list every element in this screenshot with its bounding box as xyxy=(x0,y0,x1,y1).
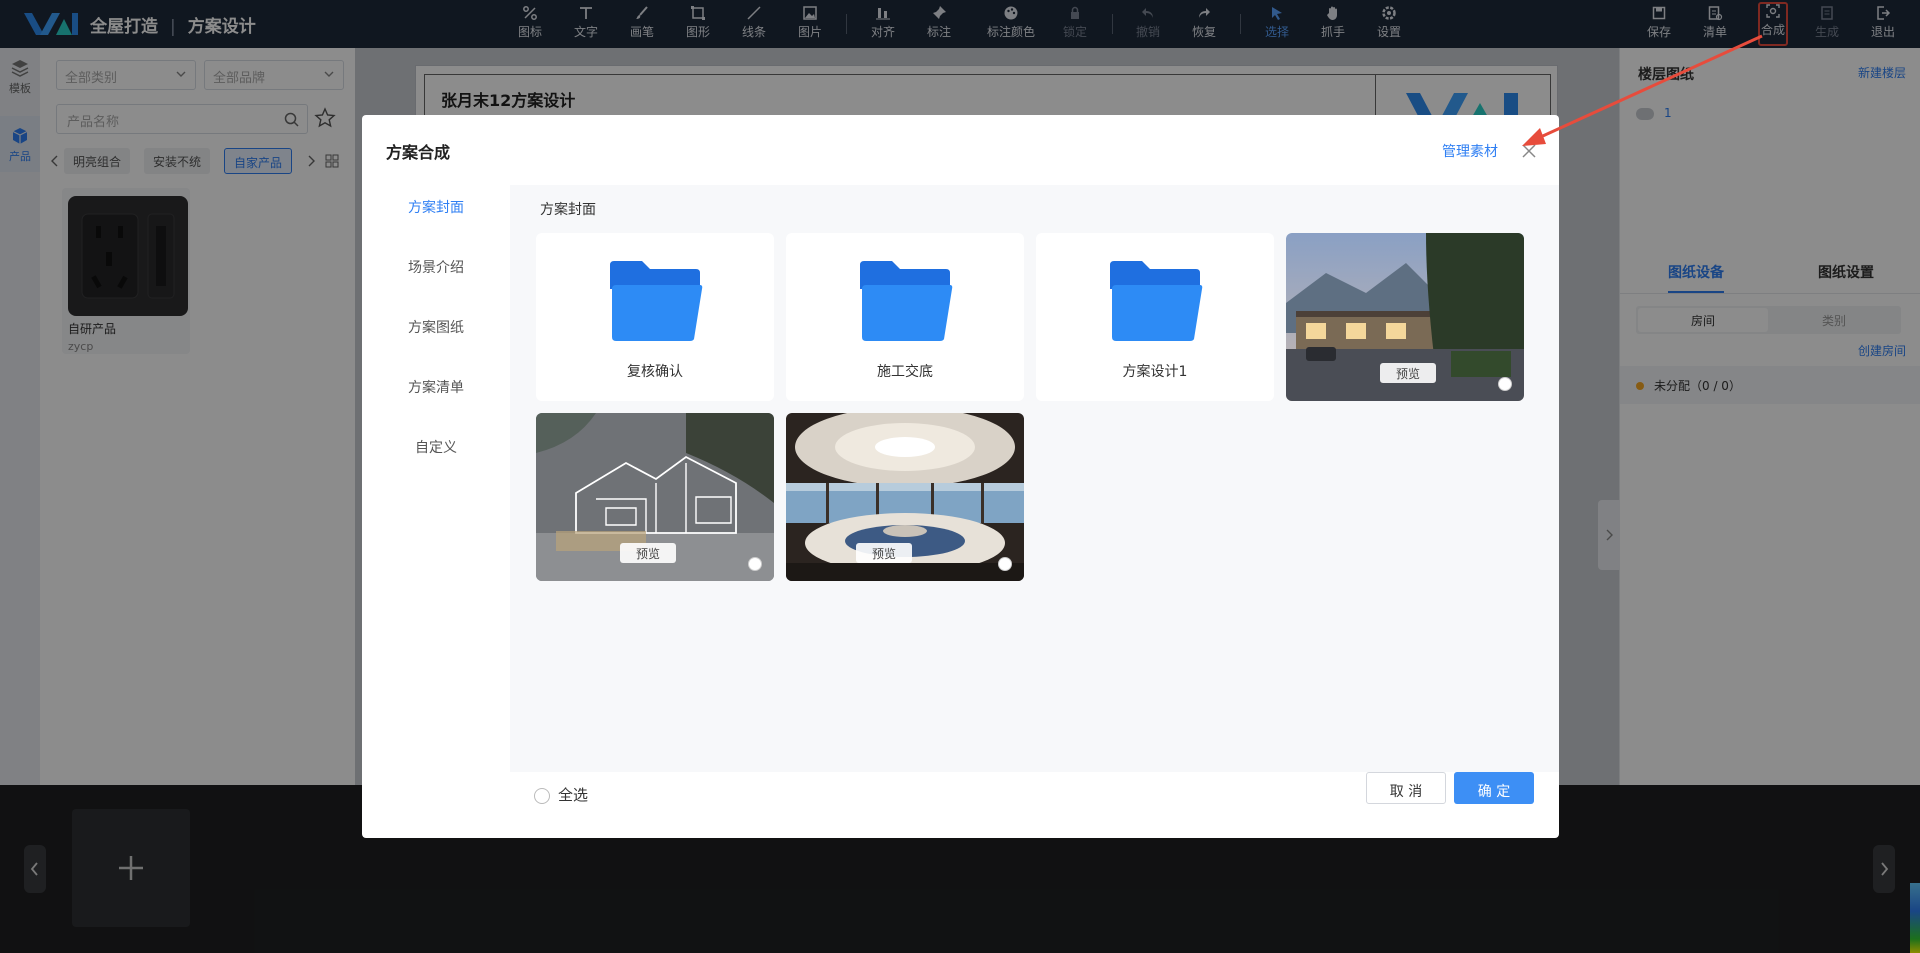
dialog-title: 方案合成 xyxy=(386,143,451,162)
nav-item-list[interactable]: 方案清单 xyxy=(362,377,510,397)
folder-tile[interactable]: 复核确认 xyxy=(536,233,774,401)
compose-dialog: 方案合成 管理素材 方案封面 场景介绍 方案图纸 方案清单 自定义 方案封面 复… xyxy=(362,115,1559,838)
select-radio[interactable] xyxy=(748,557,762,571)
nav-item-custom[interactable]: 自定义 xyxy=(362,437,510,457)
preview-button[interactable]: 预览 xyxy=(620,543,676,563)
radio-circle[interactable] xyxy=(534,787,550,804)
select-radio[interactable] xyxy=(1498,377,1512,391)
folder-label: 复核确认 xyxy=(627,364,683,380)
folder-label: 方案设计1 xyxy=(1122,364,1188,380)
image-tile[interactable]: 预览 xyxy=(1286,233,1524,401)
folder-label: 施工交底 xyxy=(877,364,933,380)
nav-item-scene[interactable]: 场景介绍 xyxy=(362,257,510,277)
nav-item-cover[interactable]: 方案封面 xyxy=(362,197,510,217)
image-tile[interactable]: 预览 xyxy=(536,413,774,581)
cancel-button[interactable]: 取 消 xyxy=(1366,772,1446,804)
folder-icon xyxy=(610,261,703,341)
close-icon[interactable] xyxy=(1519,141,1539,161)
dialog-footer: 全选 取 消 确 定 xyxy=(510,772,1559,838)
dialog-nav: 方案封面 场景介绍 方案图纸 方案清单 自定义 xyxy=(362,185,510,805)
folder-tile[interactable]: 方案设计1 xyxy=(1036,233,1274,401)
section-title: 方案封面 xyxy=(540,202,596,218)
folder-tile[interactable]: 施工交底 xyxy=(786,233,1024,401)
nav-item-drawings[interactable]: 方案图纸 xyxy=(362,317,510,337)
image-tile[interactable]: 预览 xyxy=(786,413,1024,581)
folder-icon xyxy=(860,261,953,341)
preview-button[interactable]: 预览 xyxy=(856,543,912,563)
preview-button[interactable]: 预览 xyxy=(1380,363,1436,383)
select-radio[interactable] xyxy=(998,557,1012,571)
folder-icon xyxy=(1110,261,1203,341)
select-all-radio[interactable]: 全选 xyxy=(534,784,588,805)
confirm-button[interactable]: 确 定 xyxy=(1454,772,1534,804)
dialog-content: 方案封面 复核确认 施工交底 方案设计1 预览 预览 预览 xyxy=(510,185,1559,772)
select-all-label: 全选 xyxy=(558,786,589,804)
manage-assets-link[interactable]: 管理素材 xyxy=(1442,141,1498,161)
